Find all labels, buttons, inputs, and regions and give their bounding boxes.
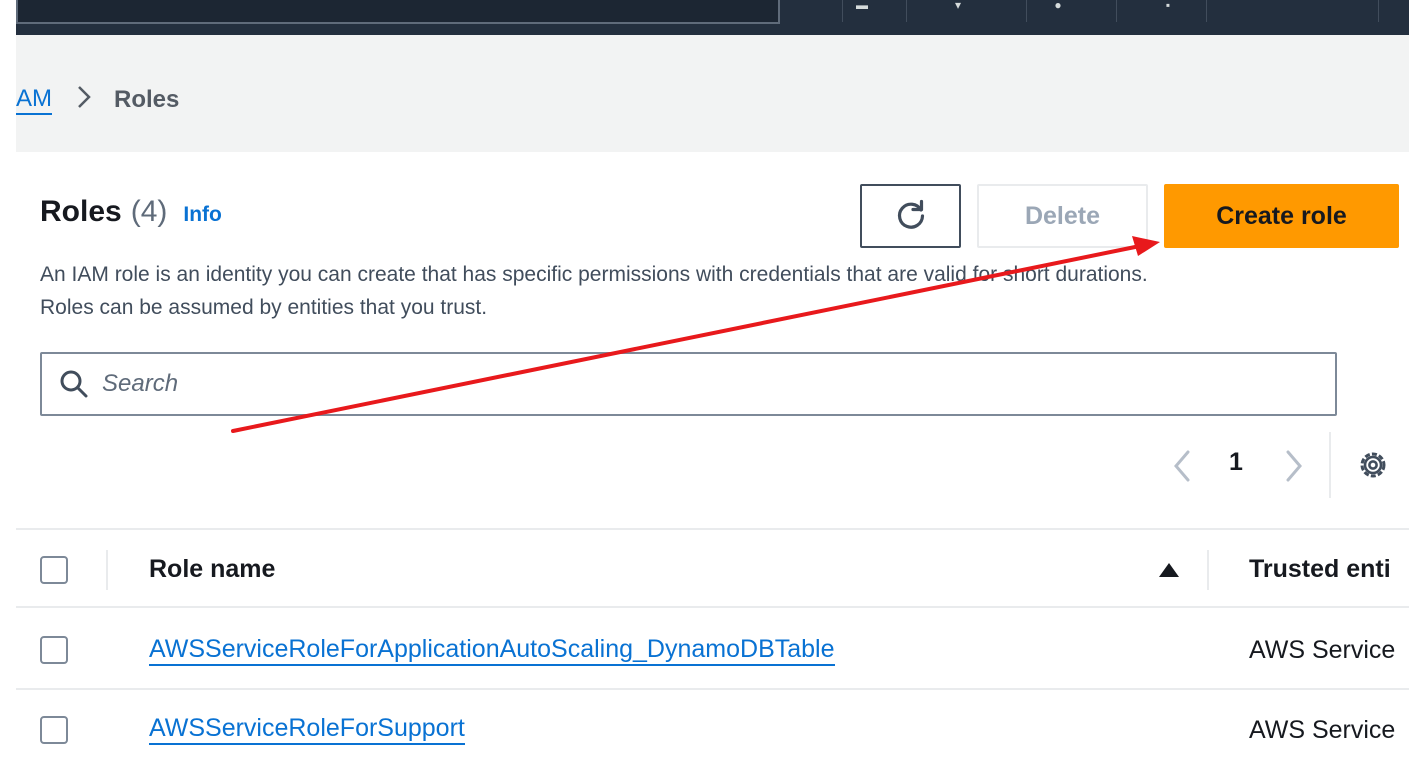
trusted-entity: AWS Service [1249,716,1396,744]
gear-icon [1360,452,1386,478]
breadcrumb-iam-link[interactable]: AM [16,85,52,115]
nav-divider [1378,0,1379,22]
nav-divider [1026,0,1027,22]
top-navigation-bar: ▬ ▾ ● ▪ [16,0,1409,35]
cloudshell-icon[interactable]: ▬ [850,0,874,11]
chevron-left-icon [1174,450,1190,482]
settings-icon[interactable]: ▪ [1156,0,1180,11]
role-name-link[interactable]: AWSServiceRoleForSupport [149,713,465,745]
description-line: Roles can be assumed by entities that yo… [40,296,488,319]
row-checkbox[interactable] [40,716,68,744]
column-header-trusted-entities[interactable]: Trusted enti [1249,555,1391,584]
nav-divider [1116,0,1117,22]
bell-icon[interactable]: ▾ [946,0,970,11]
roles-search-field[interactable] [40,352,1337,416]
trusted-entity: AWS Service [1249,636,1396,664]
search-icon [60,370,88,398]
create-role-button[interactable]: Create role [1164,184,1399,248]
next-page-button[interactable] [1276,446,1312,486]
page-description: An IAM role is an identity you can creat… [40,258,1360,324]
chevron-right-icon [1286,450,1302,482]
column-header-role-name[interactable]: Role name [149,555,275,584]
iam-roles-page: ▬ ▾ ● ▪ AM Roles Roles (4) Info Delete C… [0,0,1409,760]
chevron-right-icon [76,84,92,117]
info-link[interactable]: Info [183,203,221,227]
table-preferences-button[interactable] [1356,448,1390,482]
column-divider [1207,550,1209,590]
breadcrumb: AM Roles [16,84,179,116]
refresh-icon [897,199,924,229]
help-icon[interactable]: ● [1046,0,1070,11]
previous-page-button[interactable] [1164,446,1200,486]
page-title: Roles [40,195,122,228]
nav-divider [842,0,843,22]
role-name-link[interactable]: AWSServiceRoleForApplicationAutoScaling_… [149,634,835,666]
sort-ascending-icon[interactable] [1158,562,1180,578]
global-search-box[interactable] [16,0,780,24]
current-page-number[interactable]: 1 [1226,448,1246,477]
page-header: Roles (4) Info [40,195,222,235]
column-divider [106,550,108,590]
row-checkbox[interactable] [40,636,68,664]
nav-divider [906,0,907,22]
search-input[interactable] [102,370,1302,398]
nav-divider [1206,0,1207,22]
select-all-checkbox[interactable] [40,556,68,584]
roles-count: (4) [130,195,168,228]
breadcrumb-current: Roles [114,86,180,113]
delete-button[interactable]: Delete [977,184,1148,248]
pagination-divider [1329,432,1331,498]
refresh-button[interactable] [860,184,961,248]
description-line: An IAM role is an identity you can creat… [40,263,1148,286]
